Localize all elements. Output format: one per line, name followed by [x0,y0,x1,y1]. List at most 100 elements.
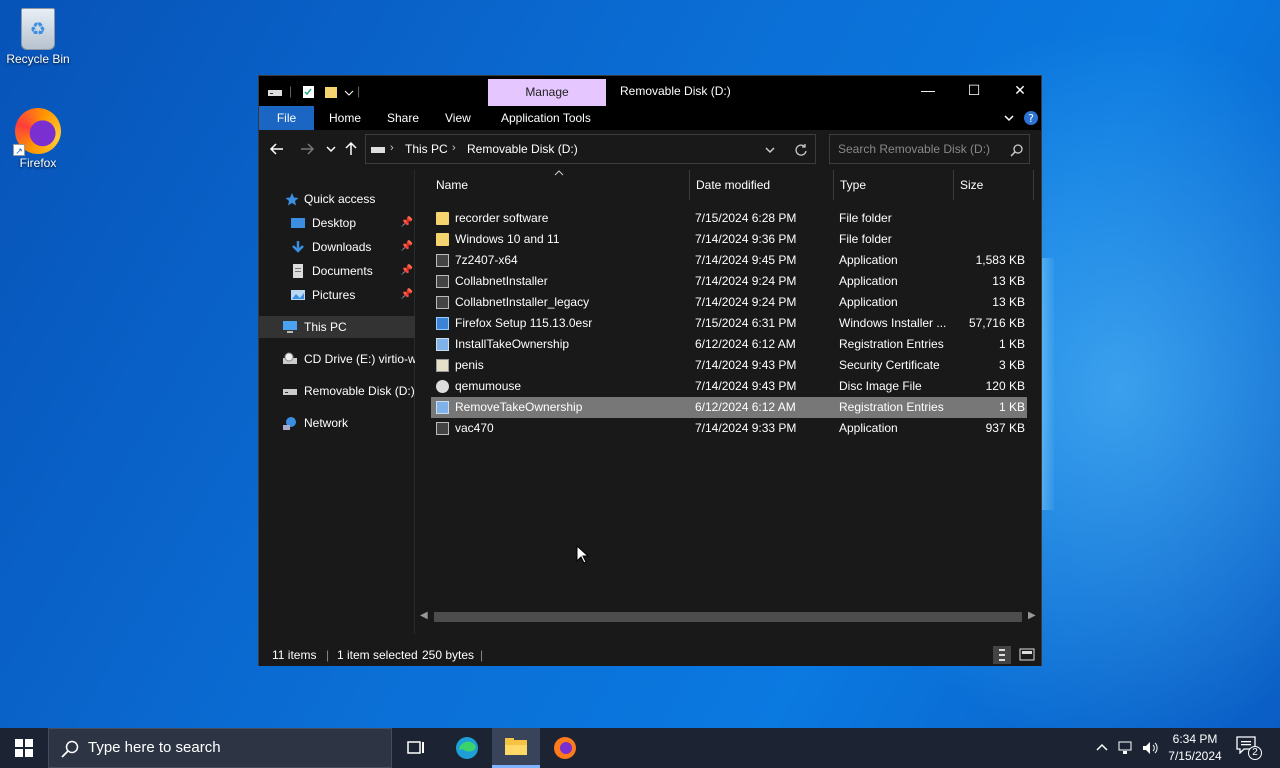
mouse-cursor-icon [576,545,590,564]
search-input[interactable]: Search Removable Disk (D:) [829,134,1030,164]
tab-manage[interactable]: Manage [488,79,606,106]
tab-view[interactable]: View [445,106,471,130]
file-size: 120 KB [985,379,1025,393]
new-folder-icon[interactable] [323,84,339,100]
tab-application-tools[interactable]: Application Tools [501,106,591,130]
breadcrumb-removable-disk[interactable]: Removable Disk (D:) [467,142,578,156]
edge-taskbar-button[interactable] [443,728,491,768]
file-list: Name Date modified Type Size recorder so… [416,170,1041,634]
file-size: 13 KB [992,274,1025,288]
chevron-down-icon[interactable] [343,84,355,100]
expand-ribbon-icon[interactable] [1003,112,1015,124]
desktop-icon [291,218,305,228]
recent-locations-button[interactable] [321,141,341,161]
file-type: Windows Installer ... [839,316,947,330]
download-icon [292,241,304,253]
file-type: Application [839,274,898,288]
tab-file[interactable]: File [259,106,314,130]
file-size: 1 KB [998,337,1025,351]
taskbar-search[interactable]: Type here to search [48,728,392,768]
help-icon[interactable]: ? [1023,110,1039,126]
file-size: 57,716 KB [968,316,1025,330]
details-view-icon[interactable] [993,646,1011,664]
file-explorer-taskbar-button[interactable] [492,728,540,768]
scrollbar-thumb[interactable] [434,612,1022,622]
ribbon-tabs: File Home Share View Application Tools ? [259,106,1041,130]
column-header-type[interactable]: Type [834,170,954,200]
refresh-icon[interactable] [794,143,808,157]
large-icons-view-icon[interactable] [1019,647,1035,663]
registry-icon [436,338,449,351]
forward-button[interactable] [297,141,317,161]
chevron-up-icon[interactable] [1096,742,1108,754]
minimize-button[interactable]: — [905,76,951,106]
table-row[interactable]: qemumouse 7/14/2024 9:43 PM Disc Image Fil… [431,376,1027,397]
nav-item-removable-disk[interactable]: Removable Disk (D:) [259,380,415,402]
start-button[interactable] [0,728,48,768]
nav-item-cd-drive[interactable]: CD Drive (E:) virtio-w [259,348,415,370]
table-row[interactable]: CollabnetInstaller 7/14/2024 9:24 PM Appli… [431,271,1027,292]
folder-icon [436,212,449,225]
volume-icon[interactable] [1142,740,1160,756]
network-icon[interactable] [1118,740,1134,756]
nav-item-pictures[interactable]: Pictures 📌 [259,284,415,306]
nav-item-downloads[interactable]: Downloads 📌 [259,236,415,258]
usb-drive-icon [283,389,297,395]
taskbar: Type here to search 6:34 PM 7/15/2024 2 [0,728,1280,768]
table-row[interactable]: recorder software 7/15/2024 6:28 PM File f… [431,208,1027,229]
title-bar[interactable]: | | Manage Removable Disk (D:) — ☐ ✕ [259,76,1041,106]
nav-item-documents[interactable]: Documents 📌 [259,260,415,282]
table-row[interactable]: vac470 7/14/2024 9:33 PM Application 937 KB [431,418,1027,439]
close-button[interactable]: ✕ [997,76,1043,106]
nav-item-this-pc[interactable]: This PC [259,316,415,338]
disc-image-icon [436,380,449,393]
table-row[interactable]: 7z2407-x64 7/14/2024 9:45 PM Application 1,… [431,250,1027,271]
window-title: Removable Disk (D:) [620,84,731,98]
nav-item-network[interactable]: Network [259,412,415,434]
task-view-button[interactable] [392,728,440,768]
maximize-button[interactable]: ☐ [951,76,997,106]
table-row[interactable]: InstallTakeOwnership 6/12/2024 6:12 AM Reg… [431,334,1027,355]
up-button[interactable] [341,141,361,161]
table-row[interactable]: Firefox Setup 115.13.0esr 7/15/2024 6:31 … [431,313,1027,334]
action-center-button[interactable]: 2 [1236,736,1262,760]
table-row[interactable]: penis 7/14/2024 9:43 PM Security Certifica… [431,355,1027,376]
firefox-taskbar-button[interactable] [541,728,589,768]
desktop-icon-firefox[interactable]: ↗ Firefox [0,108,76,170]
installer-icon [436,317,449,330]
firefox-icon: ↗ [13,108,61,156]
scroll-left-icon[interactable]: ◀ [420,610,428,621]
nav-item-desktop[interactable]: Desktop 📌 [259,212,415,234]
nav-item-quick-access[interactable]: Quick access [259,188,415,210]
desktop-icon-recycle-bin[interactable]: Recycle Bin [0,8,76,66]
file-name: 7z2407-x64 [455,253,518,267]
file-date-modified: 7/14/2024 9:33 PM [695,421,797,435]
tab-share[interactable]: Share [387,106,419,130]
clock-time: 6:34 PM [1172,732,1218,746]
column-header-size[interactable]: Size [954,170,1034,200]
horizontal-scrollbar[interactable]: ◀ ▶ [416,609,1041,625]
scroll-right-icon[interactable]: ▶ [1028,610,1036,621]
file-date-modified: 7/14/2024 9:43 PM [695,379,797,393]
clock-date: 7/15/2024 [1168,749,1222,763]
tab-home[interactable]: Home [329,106,361,130]
arrow-right-icon [301,143,315,155]
star-icon [285,193,299,206]
table-row[interactable]: RemoveTakeOwnership 6/12/2024 6:12 AM Regi… [431,397,1027,418]
file-name: penis [455,358,484,372]
chevron-down-icon[interactable] [764,144,776,156]
file-date-modified: 7/15/2024 6:31 PM [695,316,797,330]
properties-icon[interactable] [301,84,317,100]
column-header-date-modified[interactable]: Date modified [690,170,834,200]
breadcrumb-this-pc[interactable]: This PC [405,142,448,156]
system-clock[interactable]: 6:34 PM 7/15/2024 [1162,731,1228,765]
status-item-count: 11 items [272,648,317,662]
svg-text:?: ? [1028,112,1034,125]
back-button[interactable] [267,141,287,161]
column-header-name[interactable]: Name [430,170,690,200]
table-row[interactable]: Windows 10 and 11 7/14/2024 9:36 PM File f… [431,229,1027,250]
table-row[interactable]: CollabnetInstaller_legacy 7/14/2024 9:24 … [431,292,1027,313]
file-name: qemumouse [455,379,522,393]
address-bar[interactable]: › This PC › Removable Disk (D:) [365,134,816,164]
recycle-bin-icon [21,8,55,50]
